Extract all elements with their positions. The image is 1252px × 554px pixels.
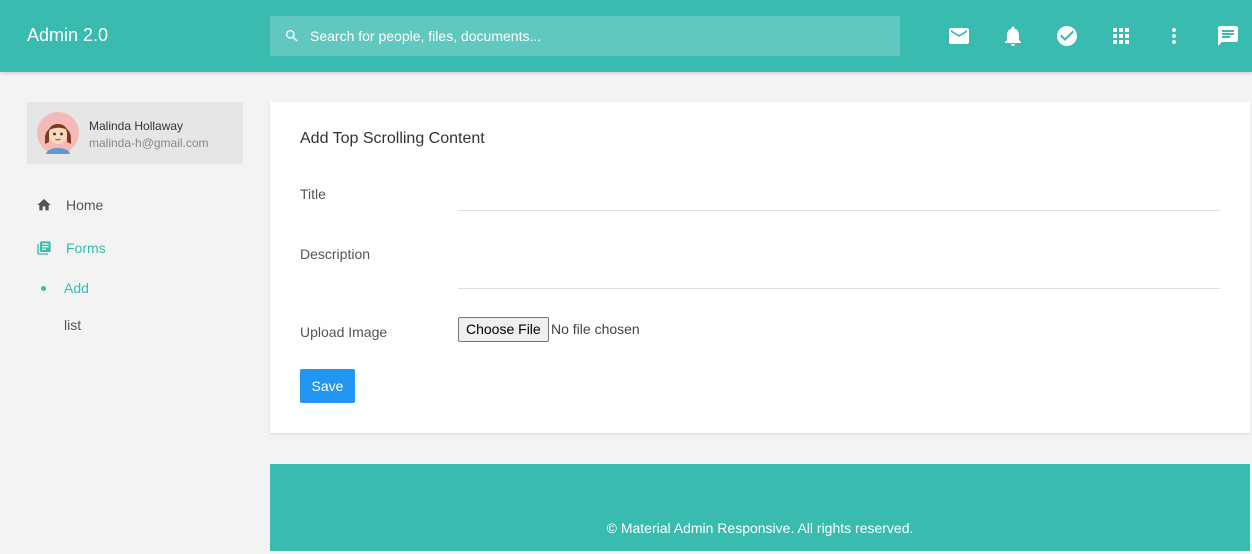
mail-icon[interactable]	[947, 24, 971, 48]
search-icon	[284, 28, 300, 44]
search-bar[interactable]	[270, 16, 900, 56]
brand-title[interactable]: Admin 2.0	[27, 25, 108, 46]
home-icon	[36, 197, 52, 213]
description-input[interactable]	[458, 246, 1220, 270]
title-input[interactable]	[458, 184, 1220, 208]
choose-file-button[interactable]: Choose File	[458, 317, 549, 342]
sidebar-subitem-add[interactable]: Add	[64, 280, 89, 296]
file-status-text: No file chosen	[551, 321, 640, 337]
search-input[interactable]	[310, 16, 890, 56]
sidebar-item-label: Forms	[66, 240, 106, 256]
description-label: Description	[300, 246, 371, 262]
title-input-underline	[458, 210, 1220, 211]
title-label: Title	[300, 186, 326, 202]
footer: © Material Admin Responsive. All rights …	[270, 464, 1250, 551]
form-title: Add Top Scrolling Content	[300, 130, 485, 147]
chat-icon[interactable]	[1216, 24, 1240, 48]
profile-email: malinda-h@gmail.com	[89, 136, 209, 150]
profile-name: Malinda Hollaway	[89, 119, 184, 133]
footer-copyright: © Material Admin Responsive. All rights …	[606, 520, 914, 536]
forms-icon	[36, 240, 52, 256]
more-vert-icon[interactable]	[1162, 24, 1186, 48]
save-button[interactable]: Save	[300, 369, 355, 403]
sidebar-item-label: Home	[66, 197, 104, 213]
active-indicator-dot	[41, 286, 46, 291]
description-input-underline	[458, 288, 1220, 289]
avatar	[37, 112, 79, 154]
user-profile-card[interactable]: Malinda Hollaway malinda-h@gmail.com	[27, 102, 243, 164]
upload-image-label: Upload Image	[300, 324, 388, 340]
apps-grid-icon[interactable]	[1109, 24, 1133, 48]
sidebar-subitem-list[interactable]: list	[64, 317, 81, 333]
top-app-bar: Admin 2.0	[0, 0, 1252, 72]
add-content-form-card: Add Top Scrolling Content Title Descript…	[270, 102, 1250, 433]
bell-icon[interactable]	[1001, 24, 1025, 48]
check-circle-icon[interactable]	[1055, 24, 1079, 48]
